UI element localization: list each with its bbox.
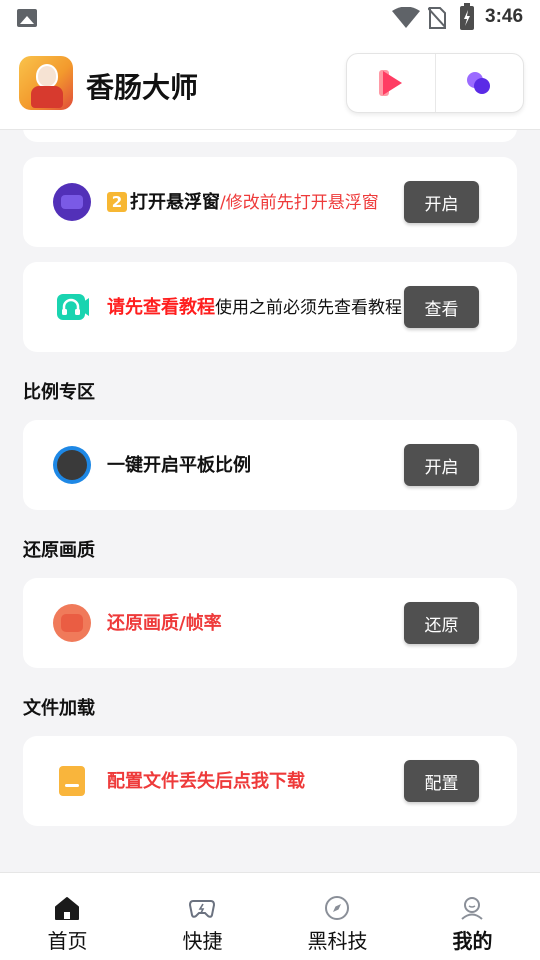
tablet-ratio-text: 一键开启平板比例 [107,451,251,477]
enable-tablet-ratio-button[interactable]: 开启 [404,444,479,486]
open-float-window-button[interactable]: 开启 [404,181,479,223]
bottom-nav: 首页 快捷 黑科技 我的 [0,872,540,960]
tutorial-title: 请先查看教程 [107,297,215,318]
app-logo [19,56,73,110]
nav-label-mine: 我的 [452,929,493,953]
no-sim-icon [428,7,446,29]
nav-item-home[interactable]: 首页 [0,873,135,960]
section-title-ratio: 比例专区 [23,382,95,403]
status-time: 3:46 [485,6,524,27]
nav-item-mine[interactable]: 我的 [405,873,540,960]
config-button[interactable]: 配置 [404,760,479,802]
tutorial-subtitle: 使用之前必须先查看教程 [215,298,402,318]
restore-button[interactable]: 还原 [404,602,479,644]
battery-icon [460,3,474,30]
compass-icon [325,896,349,920]
wifi-icon [392,7,420,28]
app-header: 香肠大师 [0,36,540,130]
config-download-title: 配置文件丢失后点我下载 [107,771,305,792]
header-button-group [346,53,524,113]
headphones-icon [57,294,89,320]
gamepad-icon [189,900,215,918]
play-button[interactable] [347,54,435,112]
tablet-ratio-title: 一键开启平板比例 [107,455,251,476]
card-config-download: 配置文件丢失后点我下载 配置 [23,736,517,826]
nav-label-home: 首页 [47,929,88,953]
card-float-window: 2 打开悬浮窗/修改前先打开悬浮窗 开启 [23,157,517,247]
bubbles-icon [467,72,491,94]
status-bar: 3:46 [0,0,540,36]
float-window-icon [53,183,91,221]
nav-item-tech[interactable]: 黑科技 [270,873,405,960]
main-content: 2 打开悬浮窗/修改前先打开悬浮窗 开启 请先查看教程使用之前必须先查看教程 查看… [0,130,540,872]
number-badge: 2 [107,192,127,212]
section-title-quality: 还原画质 [23,540,95,561]
card-restore-quality: 还原画质/帧率 还原 [23,578,517,668]
section-title-file: 文件加载 [23,698,95,719]
profile-icon [461,897,483,920]
restore-quality-icon [53,604,91,642]
app-title: 香肠大师 [86,71,199,104]
float-window-subtitle: /修改前先打开悬浮窗 [220,193,379,213]
nav-item-shortcut[interactable]: 快捷 [135,873,270,960]
card-tutorial: 请先查看教程使用之前必须先查看教程 查看 [23,262,517,352]
play-icon [378,70,402,96]
image-notification-icon [17,9,37,27]
file-icon [59,766,85,796]
tablet-ratio-icon [53,446,91,484]
nav-label-shortcut: 快捷 [182,929,223,953]
card-partial [23,130,517,142]
float-window-title: 打开悬浮窗 [130,192,220,213]
bubbles-button[interactable] [434,54,524,112]
nav-label-tech: 黑科技 [307,929,368,953]
card-tablet-ratio: 一键开启平板比例 开启 [23,420,517,510]
restore-quality-text: 还原画质/帧率 [107,609,222,635]
view-tutorial-button[interactable]: 查看 [404,286,479,328]
tutorial-text: 请先查看教程使用之前必须先查看教程 [107,293,402,319]
config-download-text: 配置文件丢失后点我下载 [107,767,305,793]
restore-quality-title: 还原画质/帧率 [107,613,222,634]
float-window-text: 2 打开悬浮窗/修改前先打开悬浮窗 [107,188,379,214]
home-icon [55,897,79,920]
